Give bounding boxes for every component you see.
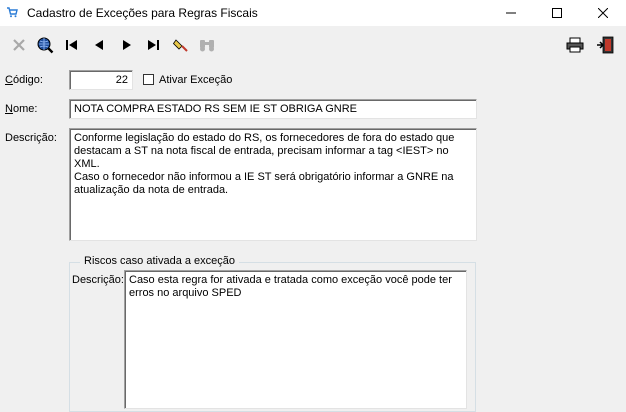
maximize-icon	[552, 8, 562, 18]
printer-icon	[566, 37, 584, 53]
binoculars-icon	[200, 40, 214, 52]
print-button[interactable]	[566, 36, 584, 54]
eraser-icon	[173, 39, 188, 52]
next-record-button[interactable]	[118, 36, 136, 54]
title-bar: Cadastro de Exceções para Regras Fiscais	[0, 0, 626, 26]
previous-record-icon	[95, 40, 103, 50]
codigo-value: 22	[115, 74, 128, 86]
cancel-x-icon	[13, 39, 25, 51]
last-record-button[interactable]	[144, 36, 162, 54]
first-record-button[interactable]	[63, 36, 81, 54]
first-record-icon	[66, 40, 77, 50]
maximize-button[interactable]	[534, 0, 580, 26]
toolbar	[0, 26, 626, 62]
riscos-descricao-memo[interactable]: Caso esta regra for ativada e tratada co…	[124, 270, 467, 409]
window-title: Cadastro de Exceções para Regras Fiscais	[27, 6, 258, 20]
next-record-icon	[123, 40, 131, 50]
descricao-label: Descrição:	[5, 132, 57, 144]
exit-door-icon	[597, 36, 614, 54]
last-record-icon	[148, 40, 159, 50]
nome-value: NOTA COMPRA ESTADO RS SEM IE ST OBRIGA G…	[74, 103, 357, 115]
minimize-icon	[506, 12, 516, 14]
riscos-group-title: Riscos caso ativada a exceção	[80, 255, 240, 267]
descricao-text: Conforme legislação do estado do RS, os …	[74, 132, 455, 196]
globe-search-icon	[37, 37, 54, 54]
minimize-button[interactable]	[488, 0, 534, 26]
ativar-excecao-checkbox[interactable]	[143, 74, 154, 85]
close-icon	[598, 8, 608, 18]
riscos-descricao-text: Caso esta regra for ativada e tratada co…	[129, 274, 452, 299]
search-button[interactable]	[36, 36, 54, 54]
clear-button[interactable]	[172, 36, 190, 54]
cancel-button[interactable]	[10, 36, 28, 54]
codigo-field[interactable]: 22	[69, 70, 133, 90]
cart-app-icon	[7, 7, 18, 18]
close-button[interactable]	[580, 0, 626, 26]
nome-label: Nome:	[5, 103, 38, 115]
exit-button[interactable]	[596, 36, 614, 54]
ativar-excecao-label[interactable]: Ativar Exceção	[159, 74, 232, 86]
codigo-label: Código:	[5, 74, 43, 86]
descricao-memo[interactable]: Conforme legislação do estado do RS, os …	[69, 128, 477, 241]
find-button[interactable]	[198, 36, 216, 54]
nome-field[interactable]: NOTA COMPRA ESTADO RS SEM IE ST OBRIGA G…	[69, 99, 477, 119]
riscos-descricao-label: Descrição:	[72, 274, 124, 286]
previous-record-button[interactable]	[90, 36, 108, 54]
